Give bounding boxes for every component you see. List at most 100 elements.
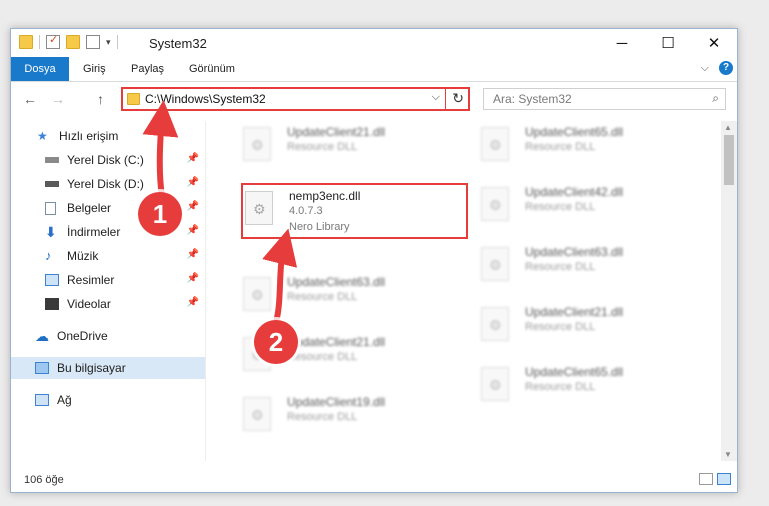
sidebar-item-local-disk-d[interactable]: Yerel Disk (D:) 📌	[11, 173, 205, 195]
file-name: UpdateClient63.dll	[525, 245, 624, 259]
divider	[39, 35, 40, 49]
divider	[445, 89, 446, 109]
expand-ribbon-icon[interactable]: ⌵	[701, 62, 709, 75]
sidebar-item-label: Yerel Disk (D:)	[67, 177, 144, 191]
file-name: UpdateClient42.dll	[525, 185, 624, 199]
search-input[interactable]: Ara: System32 ⌕	[483, 88, 726, 110]
forward-button[interactable]: →	[51, 91, 65, 107]
navigation-pane: ★ Hızlı erişim Yerel Disk (C:) 📌 Yerel D…	[11, 121, 205, 461]
up-button[interactable]: ↑	[97, 91, 104, 107]
file-description: Resource DLL	[525, 201, 596, 213]
file-description: Resource DLL	[287, 291, 358, 303]
search-icon[interactable]: ⌕	[712, 91, 719, 106]
video-icon	[45, 298, 59, 310]
scroll-up-icon[interactable]: ▲	[724, 123, 732, 132]
status-bar: 106 öğe	[11, 468, 737, 492]
file-item[interactable]: UpdateClient63.dll Resource DLL	[479, 241, 704, 291]
dll-file-icon	[481, 367, 509, 401]
chevron-down-icon[interactable]: ⌵	[432, 91, 440, 104]
details-view-icon[interactable]	[699, 473, 713, 485]
close-button[interactable]: ✕	[691, 29, 737, 57]
sidebar-item-this-pc[interactable]: Bu bilgisayar	[11, 357, 205, 379]
dll-file-icon	[243, 397, 271, 431]
divider	[116, 35, 118, 49]
vertical-scrollbar[interactable]: ▲ ▼	[721, 121, 737, 461]
file-description: Resource DLL	[525, 261, 596, 273]
file-description: Resource DLL	[525, 381, 596, 393]
customize-toolbar-icon[interactable]	[86, 35, 100, 49]
file-item[interactable]: UpdateClient19.dll Resource DLL	[241, 391, 466, 441]
refresh-button[interactable]: ↻	[452, 90, 464, 107]
scrollbar-thumb[interactable]	[724, 135, 734, 185]
file-item[interactable]: UpdateClient21.dll Resource DLL	[241, 121, 466, 171]
star-icon: ★	[37, 129, 48, 143]
file-item[interactable]: UpdateClient65.dll Resource DLL	[479, 361, 704, 411]
address-path[interactable]: C:\Windows\System32	[145, 92, 266, 106]
address-bar[interactable]: C:\Windows\System32 ⌵ ↻	[121, 87, 470, 111]
download-icon: ⬇	[45, 224, 57, 240]
file-item[interactable]: UpdateClient42.dll Resource DLL	[479, 181, 704, 231]
file-description: Resource DLL	[525, 321, 596, 333]
navigation-bar: ← → ↑ C:\Windows\System32 ⌵ ↻ Ara: Syste…	[11, 87, 737, 113]
pin-icon[interactable]: 📌	[187, 201, 199, 212]
file-version: 4.0.7.3	[289, 205, 323, 217]
sidebar-item-label: OneDrive	[57, 329, 108, 343]
file-description: Resource DLL	[287, 411, 358, 423]
back-button[interactable]: ←	[23, 91, 37, 107]
pin-icon[interactable]: 📌	[187, 249, 199, 260]
file-item-selected[interactable]: nemp3enc.dll 4.0.7.3 Nero Library	[241, 183, 468, 239]
file-item[interactable]: UpdateClient65.dll Resource DLL	[479, 121, 704, 171]
pin-icon[interactable]: 📌	[187, 177, 199, 188]
file-name: UpdateClient21.dll	[287, 335, 386, 349]
sidebar-item-label: Videolar	[67, 297, 111, 311]
sidebar-item-label: Bu bilgisayar	[57, 361, 126, 375]
sidebar-item-videos[interactable]: Videolar 📌	[11, 293, 205, 315]
sidebar-item-label: Müzik	[67, 249, 99, 263]
new-folder-icon[interactable]	[66, 35, 80, 49]
dll-file-icon	[243, 277, 271, 311]
properties-icon[interactable]	[46, 33, 60, 49]
tab-share[interactable]: Paylaş	[131, 57, 164, 81]
sidebar-item-pictures[interactable]: Resimler 📌	[11, 269, 205, 291]
sidebar-item-onedrive[interactable]: ☁ OneDrive	[11, 325, 205, 347]
tab-file[interactable]: Dosya	[11, 57, 69, 81]
maximize-button[interactable]: ☐	[645, 29, 691, 57]
file-item[interactable]: UpdateClient63.dll Resource DLL	[241, 271, 466, 321]
sidebar-item-local-disk-c[interactable]: Yerel Disk (C:) 📌	[11, 149, 205, 171]
file-name: UpdateClient21.dll	[287, 125, 386, 139]
tab-view[interactable]: Görünüm	[189, 57, 235, 81]
sidebar-item-label: Yerel Disk (C:)	[67, 153, 144, 167]
dll-file-icon	[481, 307, 509, 341]
scroll-down-icon[interactable]: ▼	[724, 450, 732, 459]
search-placeholder: Ara: System32	[493, 92, 572, 106]
pin-icon[interactable]: 📌	[187, 153, 199, 164]
file-item[interactable]: UpdateClient21.dll Resource DLL	[479, 301, 704, 351]
annotation-badge-1: 1	[138, 192, 182, 236]
file-list: UpdateClient21.dll Resource DLL nemp3enc…	[221, 121, 721, 461]
pictures-icon	[45, 274, 59, 286]
sidebar-item-music[interactable]: ♪ Müzik 📌	[11, 245, 205, 267]
dll-file-icon	[245, 191, 273, 225]
pin-icon[interactable]: 📌	[187, 297, 199, 308]
dll-file-icon	[481, 187, 509, 221]
pin-icon[interactable]: 📌	[187, 225, 199, 236]
window-title: System32	[149, 36, 207, 51]
tab-home[interactable]: Giriş	[83, 57, 106, 81]
sidebar-item-label: İndirmeler	[67, 225, 121, 239]
help-icon[interactable]: ?	[719, 61, 733, 75]
dll-file-icon	[481, 127, 509, 161]
annotation-badge-2: 2	[254, 320, 298, 364]
minimize-button[interactable]: ─	[599, 29, 645, 57]
folder-icon[interactable]	[19, 35, 33, 49]
tiles-view-icon[interactable]	[717, 473, 731, 485]
file-item[interactable]: nemp3enc.dll 4.0.7.3 Nero Library	[243, 185, 468, 235]
pin-icon[interactable]: 📌	[187, 273, 199, 284]
folder-icon	[127, 93, 140, 105]
sidebar-item-label: Ağ	[57, 393, 72, 407]
file-name: UpdateClient65.dll	[525, 125, 624, 139]
item-count: 106 öğe	[24, 474, 64, 486]
sidebar-item-quick-access[interactable]: ★ Hızlı erişim	[11, 125, 205, 147]
chevron-down-icon[interactable]: ▾	[106, 37, 111, 48]
sidebar-item-network[interactable]: Ağ	[11, 389, 205, 411]
file-description: Resource DLL	[287, 351, 358, 363]
